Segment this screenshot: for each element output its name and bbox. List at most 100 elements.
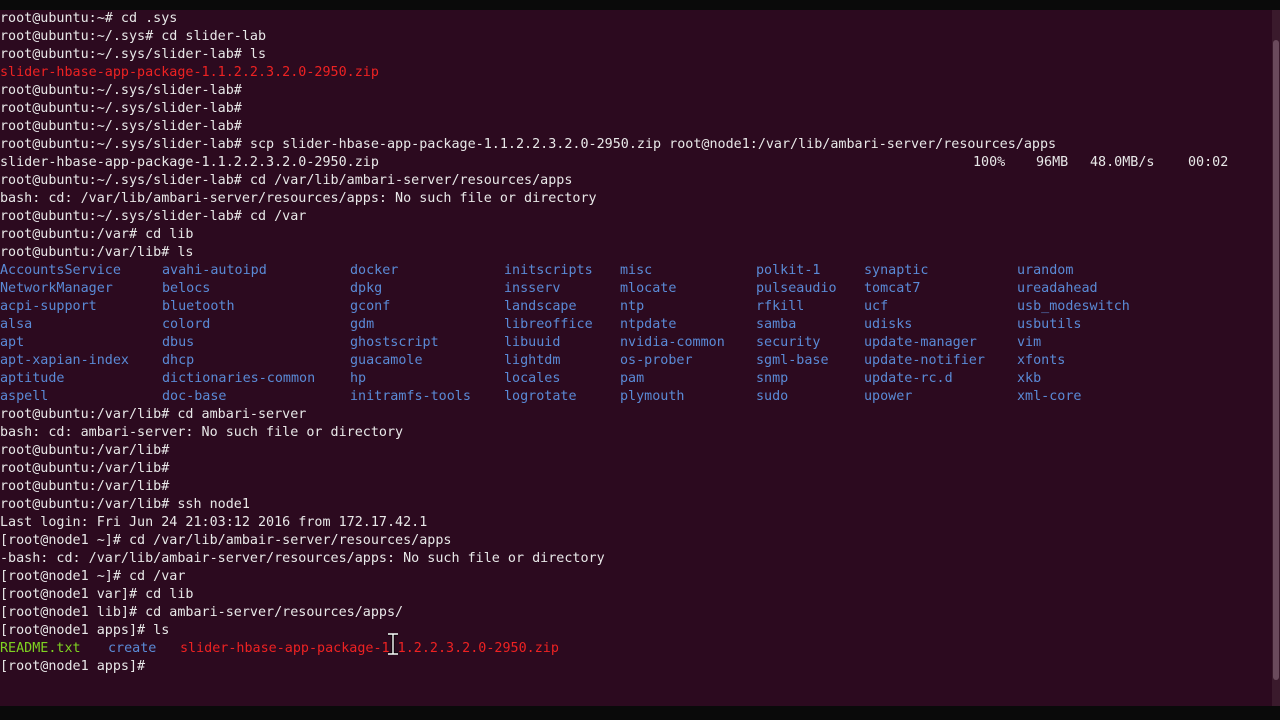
- terminal-line: -bash: cd: /var/lib/ambair-server/resour…: [0, 551, 605, 566]
- terminal-line: root@ubuntu:~# cd .sys: [0, 11, 178, 26]
- command-prompt[interactable]: [root@node1 apps]#: [0, 658, 153, 676]
- directory-entry: tomcat7: [864, 281, 921, 296]
- directory-entry: xml-core: [1017, 389, 1082, 404]
- listing-row: aptitude dictionaries-common hp locales pam s…: [0, 370, 1272, 388]
- directory-entry: udisks: [864, 317, 913, 332]
- directory-entry: initramfs-tools: [350, 389, 471, 404]
- terminal-line: root@ubuntu:~/.sys/slider-lab# scp slide…: [0, 137, 1057, 152]
- directory-entry: AccountsService: [0, 263, 121, 278]
- archive-filename: slider-hbase-app-package-1.1.2.2.3.2.0-2…: [180, 641, 559, 656]
- terminal-line: [root@node1 lib]# cd ambari-server/resou…: [0, 605, 404, 620]
- terminal-line: root@ubuntu:~/.sys# cd slider-lab: [0, 29, 267, 44]
- directory-entry: landscape: [504, 299, 577, 314]
- scp-size: 96MB: [1036, 155, 1069, 170]
- terminal-line: root@ubuntu:/var# cd lib: [0, 227, 194, 242]
- directory-entry: plymouth: [620, 389, 685, 404]
- directory-entry: usb_modeswitch: [1017, 299, 1130, 314]
- directory-entry: insserv: [504, 281, 561, 296]
- listing-row: acpi-support bluetooth gconf landscape ntp rf…: [0, 298, 1272, 316]
- directory-entry: sudo: [756, 389, 789, 404]
- directory-entry: docker: [350, 263, 399, 278]
- window-bottom-bar: [0, 706, 1280, 720]
- directory-entry: libuuid: [504, 335, 561, 350]
- directory-entry: dpkg: [350, 281, 383, 296]
- create-directory: create: [108, 641, 157, 656]
- directory-entry: update-manager: [864, 335, 977, 350]
- terminal-line: root@ubuntu:/var/lib#: [0, 479, 170, 494]
- scp-percent: 100%: [973, 155, 1006, 170]
- directory-entry: pam: [620, 371, 645, 386]
- scp-time: 00:02: [1188, 155, 1229, 170]
- mouse-pointer-icon: [388, 633, 398, 655]
- terminal-output[interactable]: root@ubuntu:~# cd .sys root@ubuntu:~/.sy…: [0, 10, 1272, 706]
- terminal-scrollbar[interactable]: [1272, 10, 1280, 706]
- directory-entry: guacamole: [350, 353, 423, 368]
- directory-entry: xfonts: [1017, 353, 1066, 368]
- directory-entry: doc-base: [162, 389, 227, 404]
- terminal-line: root@ubuntu:~/.sys/slider-lab# ls: [0, 47, 267, 62]
- directory-entry: avahi-autoipd: [162, 263, 267, 278]
- terminal-line: root@ubuntu:~/.sys/slider-lab#: [0, 119, 242, 134]
- directory-entry: ntp: [620, 299, 645, 314]
- directory-entry: usbutils: [1017, 317, 1082, 332]
- terminal-line: [root@node1 ~]# cd /var/lib/ambair-serve…: [0, 533, 452, 548]
- terminal-line: bash: cd: /var/lib/ambari-server/resourc…: [0, 191, 597, 206]
- scrollbar-thumb[interactable]: [1273, 40, 1279, 680]
- directory-entry: upower: [864, 389, 913, 404]
- readme-file: README.txt: [0, 641, 81, 656]
- directory-entry: urandom: [1017, 263, 1074, 278]
- directory-entry: polkit-1: [756, 263, 821, 278]
- terminal-line: [root@node1 var]# cd lib: [0, 587, 194, 602]
- directory-entry: initscripts: [504, 263, 593, 278]
- terminal-line: root@ubuntu:~/.sys/slider-lab#: [0, 101, 242, 116]
- terminal-line: root@ubuntu:/var/lib#: [0, 443, 170, 458]
- directory-entry: gdm: [350, 317, 375, 332]
- directory-entry: update-rc.d: [864, 371, 953, 386]
- terminal-line: root@ubuntu:/var/lib#: [0, 461, 170, 476]
- directory-entry: vim: [1017, 335, 1042, 350]
- directory-entry: acpi-support: [0, 299, 97, 314]
- directory-entry: libreoffice: [504, 317, 593, 332]
- window-top-bar: [0, 0, 1280, 10]
- directory-entry: synaptic: [864, 263, 929, 278]
- listing-row: alsa colord gdm libreoffice ntpdate samba udis…: [0, 316, 1272, 334]
- terminal-line: root@ubuntu:~/.sys/slider-lab# cd /var: [0, 209, 307, 224]
- scp-rate: 48.0MB/s: [1090, 155, 1155, 170]
- final-listing-line: README.txt create slider-hbase-app-packa…: [0, 640, 700, 658]
- directory-entry: ureadahead: [1017, 281, 1098, 296]
- directory-entry: ghostscript: [350, 335, 439, 350]
- directory-entry: belocs: [162, 281, 211, 296]
- directory-entry: os-prober: [620, 353, 693, 368]
- listing-row: aspell doc-base initramfs-tools logrotate pl…: [0, 388, 1272, 406]
- directory-entry: ntpdate: [620, 317, 677, 332]
- directory-entry: xkb: [1017, 371, 1042, 386]
- terminal-line: bash: cd: ambari-server: No such file or…: [0, 425, 404, 440]
- directory-entry: locales: [504, 371, 561, 386]
- archive-filename: slider-hbase-app-package-1.1.2.2.3.2.0-2…: [0, 65, 379, 80]
- scp-file: slider-hbase-app-package-1.1.2.2.3.2.0-2…: [0, 155, 379, 170]
- directory-entry: update-notifier: [864, 353, 985, 368]
- terminal-line: root@ubuntu:/var/lib# ssh node1: [0, 497, 250, 512]
- directory-entry: misc: [620, 263, 653, 278]
- terminal-line: Last login: Fri Jun 24 21:03:12 2016 fro…: [0, 515, 428, 530]
- terminal-line: [root@node1 apps]# ls: [0, 623, 170, 638]
- directory-entry: aspell: [0, 389, 49, 404]
- terminal-line: root@ubuntu:~/.sys/slider-lab#: [0, 83, 242, 98]
- directory-entry: dhcp: [162, 353, 195, 368]
- directory-entry: sgml-base: [756, 353, 829, 368]
- directory-entry: ucf: [864, 299, 889, 314]
- directory-entry: colord: [162, 317, 211, 332]
- scp-progress-line: slider-hbase-app-package-1.1.2.2.3.2.0-2…: [0, 154, 1272, 172]
- directory-entry: dictionaries-common: [162, 371, 316, 386]
- terminal-line: root@ubuntu:~/.sys/slider-lab# cd /var/l…: [0, 173, 573, 188]
- directory-entry: rfkill: [756, 299, 805, 314]
- directory-entry: mlocate: [620, 281, 677, 296]
- directory-entry: NetworkManager: [0, 281, 113, 296]
- directory-entry: snmp: [756, 371, 789, 386]
- listing-row: apt dbus ghostscript libuuid nvidia-common se…: [0, 334, 1272, 352]
- directory-entry: apt: [0, 335, 25, 350]
- listing-row: apt-xapian-index dhcp guacamole lightdm os-p…: [0, 352, 1272, 370]
- listing-row: NetworkManager belocs dpkg insserv mlocate pu…: [0, 280, 1272, 298]
- listing-row: AccountsService avahi-autoipd docker initsc…: [0, 262, 1272, 280]
- directory-entry: gconf: [350, 299, 391, 314]
